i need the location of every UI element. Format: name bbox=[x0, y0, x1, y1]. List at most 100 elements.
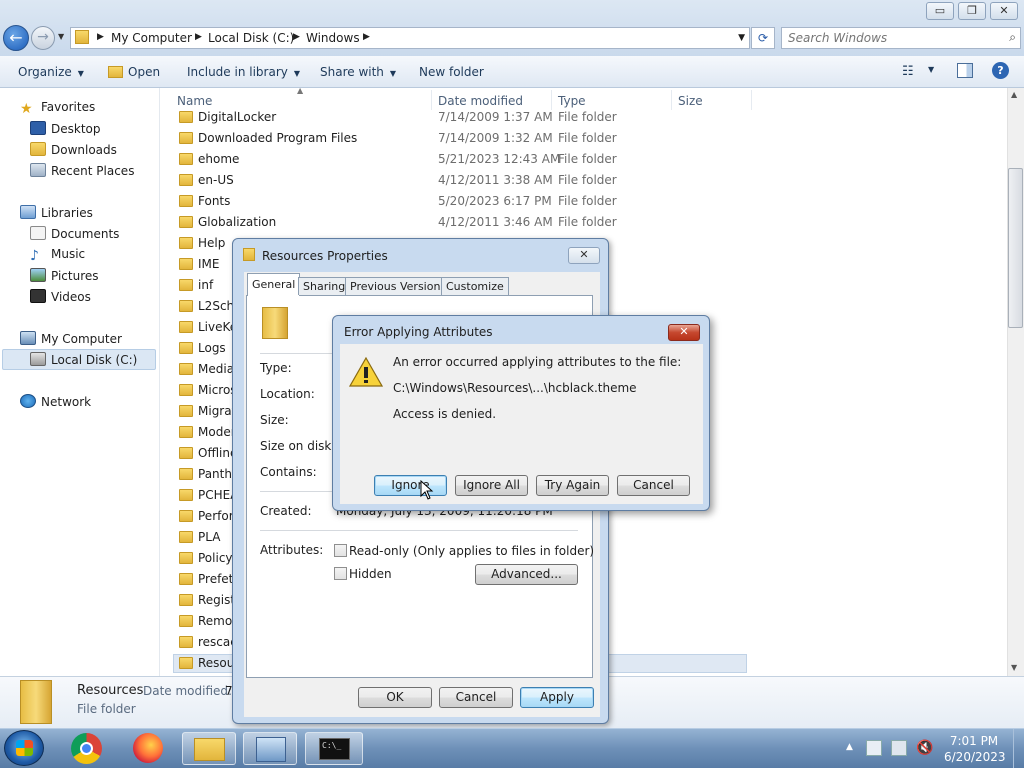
breadcrumb-local-disk[interactable]: Local Disk (C:) bbox=[208, 31, 294, 45]
volume-muted-icon[interactable]: 🔇 bbox=[916, 740, 933, 756]
recent-pages-dropdown[interactable]: ▼ bbox=[58, 32, 64, 41]
try-again-button[interactable]: Try Again bbox=[536, 475, 609, 496]
network-tray-icon[interactable] bbox=[891, 740, 907, 756]
chevron-right-icon[interactable]: ▶ bbox=[363, 32, 370, 42]
column-header-date[interactable]: Date modified bbox=[438, 94, 523, 108]
error-close-button[interactable]: ✕ bbox=[668, 324, 700, 341]
show-hidden-icons-button[interactable]: ▲ bbox=[846, 742, 853, 752]
tab-sharing[interactable]: Sharing bbox=[298, 277, 351, 295]
ignore-all-button[interactable]: Ignore All bbox=[455, 475, 528, 496]
chevron-down-icon[interactable]: ▼ bbox=[738, 33, 745, 43]
readonly-checkbox[interactable] bbox=[334, 544, 347, 557]
column-header-type[interactable]: Type bbox=[558, 94, 586, 108]
refresh-button[interactable]: ⟳ bbox=[751, 27, 775, 49]
scroll-down-icon[interactable]: ▼ bbox=[1011, 663, 1017, 672]
error-cancel-button[interactable]: Cancel bbox=[617, 475, 690, 496]
nav-music[interactable]: ♪ Music bbox=[30, 247, 85, 264]
file-date-modified: 5/21/2023 12:43 AM bbox=[438, 152, 561, 166]
file-type: File folder bbox=[558, 152, 617, 166]
chevron-right-icon[interactable]: ▶ bbox=[293, 32, 300, 42]
tab-customize[interactable]: Customize bbox=[441, 277, 509, 295]
folder-icon bbox=[179, 279, 193, 291]
cancel-button[interactable]: Cancel bbox=[439, 687, 513, 708]
new-folder-button[interactable]: New folder bbox=[419, 65, 484, 79]
nav-desktop[interactable]: Desktop bbox=[30, 121, 101, 136]
search-input[interactable] bbox=[788, 29, 998, 47]
file-type: File folder bbox=[558, 173, 617, 187]
action-center-icon[interactable] bbox=[866, 740, 882, 756]
chevron-down-icon[interactable]: ▼ bbox=[928, 65, 934, 74]
tab-previous-versions[interactable]: Previous Versions bbox=[345, 277, 452, 295]
table-row[interactable]: ehome 5/21/2023 12:43 AM File folder bbox=[173, 149, 913, 170]
nav-pictures[interactable]: Pictures bbox=[30, 268, 99, 283]
open-button[interactable]: Open bbox=[108, 65, 160, 79]
taskbar-cmd[interactable]: C:\_ bbox=[305, 732, 363, 765]
column-header-name[interactable]: Name bbox=[177, 94, 212, 108]
table-row[interactable]: Downloaded Program Files 7/14/2009 1:32 A… bbox=[173, 128, 913, 149]
table-row[interactable]: DigitalLocker 7/14/2009 1:37 AM File folde… bbox=[173, 107, 913, 128]
close-window-button[interactable]: ✕ bbox=[990, 2, 1018, 20]
show-desktop-button[interactable] bbox=[1013, 729, 1024, 768]
organize-button[interactable]: Organize ▼ bbox=[18, 65, 84, 79]
help-icon[interactable]: ? bbox=[992, 62, 1009, 79]
chevron-right-icon[interactable]: ▶ bbox=[195, 32, 202, 42]
file-name: inf bbox=[198, 278, 214, 292]
scrollbar-thumb[interactable] bbox=[1008, 168, 1023, 328]
maximize-button[interactable]: ❐ bbox=[958, 2, 986, 20]
file-type: File folder bbox=[558, 131, 617, 145]
taskbar-chrome[interactable] bbox=[65, 732, 109, 765]
breadcrumb-my-computer[interactable]: My Computer bbox=[111, 31, 192, 45]
advanced-button[interactable]: Advanced... bbox=[475, 564, 578, 585]
share-with-button[interactable]: Share with ▼ bbox=[320, 65, 396, 79]
back-button[interactable]: ← bbox=[3, 25, 29, 51]
table-row[interactable]: en-US 4/12/2011 3:38 AM File folder bbox=[173, 170, 913, 191]
start-button[interactable] bbox=[4, 730, 44, 766]
nav-local-disk[interactable]: Local Disk (C:) bbox=[30, 352, 137, 367]
forward-button[interactable]: → bbox=[31, 26, 55, 50]
search-icon[interactable]: ⌕ bbox=[1009, 30, 1016, 45]
scroll-up-icon[interactable]: ▲ bbox=[1011, 90, 1017, 99]
chevron-right-icon: ▶ bbox=[97, 32, 104, 42]
arrow-left-icon: ← bbox=[9, 28, 23, 47]
nav-my-computer[interactable]: My Computer bbox=[20, 331, 122, 346]
minimize-button[interactable]: ▭ bbox=[926, 2, 954, 20]
nav-favorites[interactable]: ★ Favorites bbox=[20, 100, 95, 117]
file-name: Micros bbox=[198, 383, 237, 397]
folder-icon bbox=[179, 237, 193, 249]
folder-icon bbox=[262, 307, 288, 339]
nav-recent-places[interactable]: Recent Places bbox=[30, 163, 134, 178]
nav-downloads[interactable]: Downloads bbox=[30, 142, 117, 157]
network-icon bbox=[20, 394, 36, 408]
nav-documents[interactable]: Documents bbox=[30, 226, 119, 241]
refresh-icon: ⟳ bbox=[757, 31, 769, 45]
hidden-checkbox[interactable] bbox=[334, 567, 347, 580]
properties-close-button[interactable]: ✕ bbox=[568, 247, 600, 264]
nav-desktop-label: Desktop bbox=[51, 122, 101, 136]
breadcrumb-windows[interactable]: Windows bbox=[306, 31, 360, 45]
system-clock[interactable]: 7:01 PM 6/20/2023 bbox=[944, 733, 1006, 765]
drive-icon bbox=[30, 352, 46, 366]
table-row[interactable]: Fonts 5/20/2023 6:17 PM File folder bbox=[173, 191, 913, 212]
nav-videos[interactable]: Videos bbox=[30, 289, 91, 304]
address-bar[interactable]: ▶ My Computer ▶ Local Disk (C:) ▶ Window… bbox=[70, 27, 750, 49]
preview-pane-icon[interactable] bbox=[957, 63, 973, 78]
nav-libraries[interactable]: Libraries bbox=[20, 205, 93, 220]
nav-network[interactable]: Network bbox=[20, 394, 91, 409]
column-header-size[interactable]: Size bbox=[678, 94, 703, 108]
apply-button[interactable]: Apply bbox=[520, 687, 594, 708]
folder-icon bbox=[179, 195, 193, 207]
taskbar-explorer[interactable] bbox=[182, 732, 236, 765]
tab-general[interactable]: General bbox=[247, 273, 301, 296]
ignore-button[interactable]: Ignore bbox=[374, 475, 447, 496]
include-in-library-button[interactable]: Include in library ▼ bbox=[187, 65, 300, 79]
folder-icon bbox=[179, 489, 193, 501]
folder-icon bbox=[179, 405, 193, 417]
table-row[interactable]: Globalization 4/12/2011 3:46 AM File folde… bbox=[173, 212, 913, 233]
change-view-icon[interactable]: ☷ bbox=[902, 64, 914, 79]
folder-icon bbox=[179, 657, 193, 669]
ok-button[interactable]: OK bbox=[358, 687, 432, 708]
taskbar-firefox[interactable] bbox=[126, 732, 170, 765]
taskbar-control-panel[interactable] bbox=[243, 732, 297, 765]
folder-icon bbox=[179, 153, 193, 165]
search-box[interactable]: ⌕ bbox=[781, 27, 1021, 49]
